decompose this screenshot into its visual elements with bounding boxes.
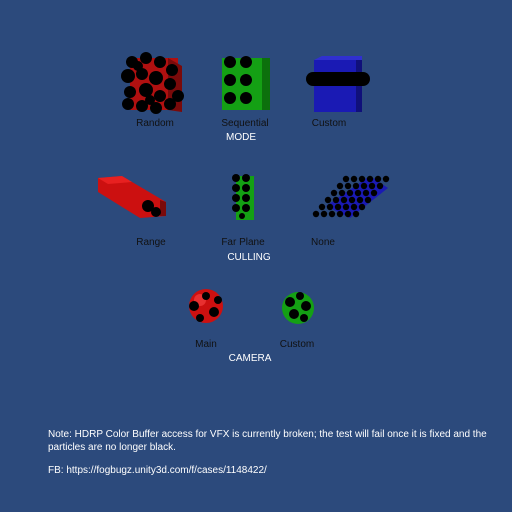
mode-random-label: Random: [136, 118, 174, 129]
particle-dot: [364, 196, 372, 204]
camera-custom-label: Custom: [279, 339, 315, 350]
particle-dot: [368, 182, 376, 190]
particle-dot: [352, 210, 360, 218]
culling-range-object: [98, 176, 166, 218]
camera-section-title: CAMERA: [228, 353, 272, 364]
particle-dot: [328, 210, 336, 218]
particle-dot: [352, 182, 360, 190]
mode-sequential-object: [222, 56, 270, 110]
particle-dot: [358, 175, 366, 183]
particle-dot: [376, 182, 384, 190]
particle-dot: [342, 203, 350, 211]
culling-section-title: CULLING: [227, 252, 271, 263]
mode-custom-object: [306, 56, 370, 112]
mode-sequential-label: Sequential: [221, 118, 269, 129]
culling-none-label: None: [311, 237, 335, 248]
particle-dot: [324, 196, 332, 204]
particle-dot: [350, 175, 358, 183]
particle-dot: [358, 203, 366, 211]
particle-dot: [344, 182, 352, 190]
camera-main-object: [189, 289, 223, 323]
camera-custom-object: [282, 292, 314, 324]
camera-main-label: Main: [195, 339, 217, 350]
particle-dot: [360, 182, 368, 190]
particle-dot: [334, 203, 342, 211]
particle-dot: [366, 175, 374, 183]
culling-range-label: Range: [136, 237, 166, 248]
particle-dot: [330, 189, 338, 197]
culling-farplane-object: [232, 174, 254, 220]
particle-dot: [354, 189, 362, 197]
culling-none-object: [312, 175, 390, 218]
particle-dot: [318, 203, 326, 211]
particle-dot: [374, 175, 382, 183]
particle-dot: [336, 210, 344, 218]
particle-dot: [326, 203, 334, 211]
note-text: Note: HDRP Color Buffer access for VFX i…: [48, 429, 487, 453]
particle-dot: [320, 210, 328, 218]
particle-dot: [340, 196, 348, 204]
culling-farplane-label: Far Plane: [221, 237, 265, 248]
particle-dot: [338, 189, 346, 197]
mode-random-object: [121, 52, 184, 114]
particle-dot: [356, 196, 364, 204]
particle-dot: [382, 175, 390, 183]
particle-dot: [312, 210, 320, 218]
mode-custom-label: Custom: [311, 118, 347, 129]
particle-dot: [332, 196, 340, 204]
particle-dot: [370, 189, 378, 197]
particle-dot: [348, 196, 356, 204]
particle-dot: [350, 203, 358, 211]
particle-dot: [344, 210, 352, 218]
particle-dot: [362, 189, 370, 197]
fogbugz-link[interactable]: FB: https://fogbugz.unity3d.com/f/cases/…: [48, 464, 498, 477]
particle-dot: [346, 189, 354, 197]
mode-section-title: MODE: [226, 132, 256, 143]
particle-dot: [336, 182, 344, 190]
particle-dot: [342, 175, 350, 183]
